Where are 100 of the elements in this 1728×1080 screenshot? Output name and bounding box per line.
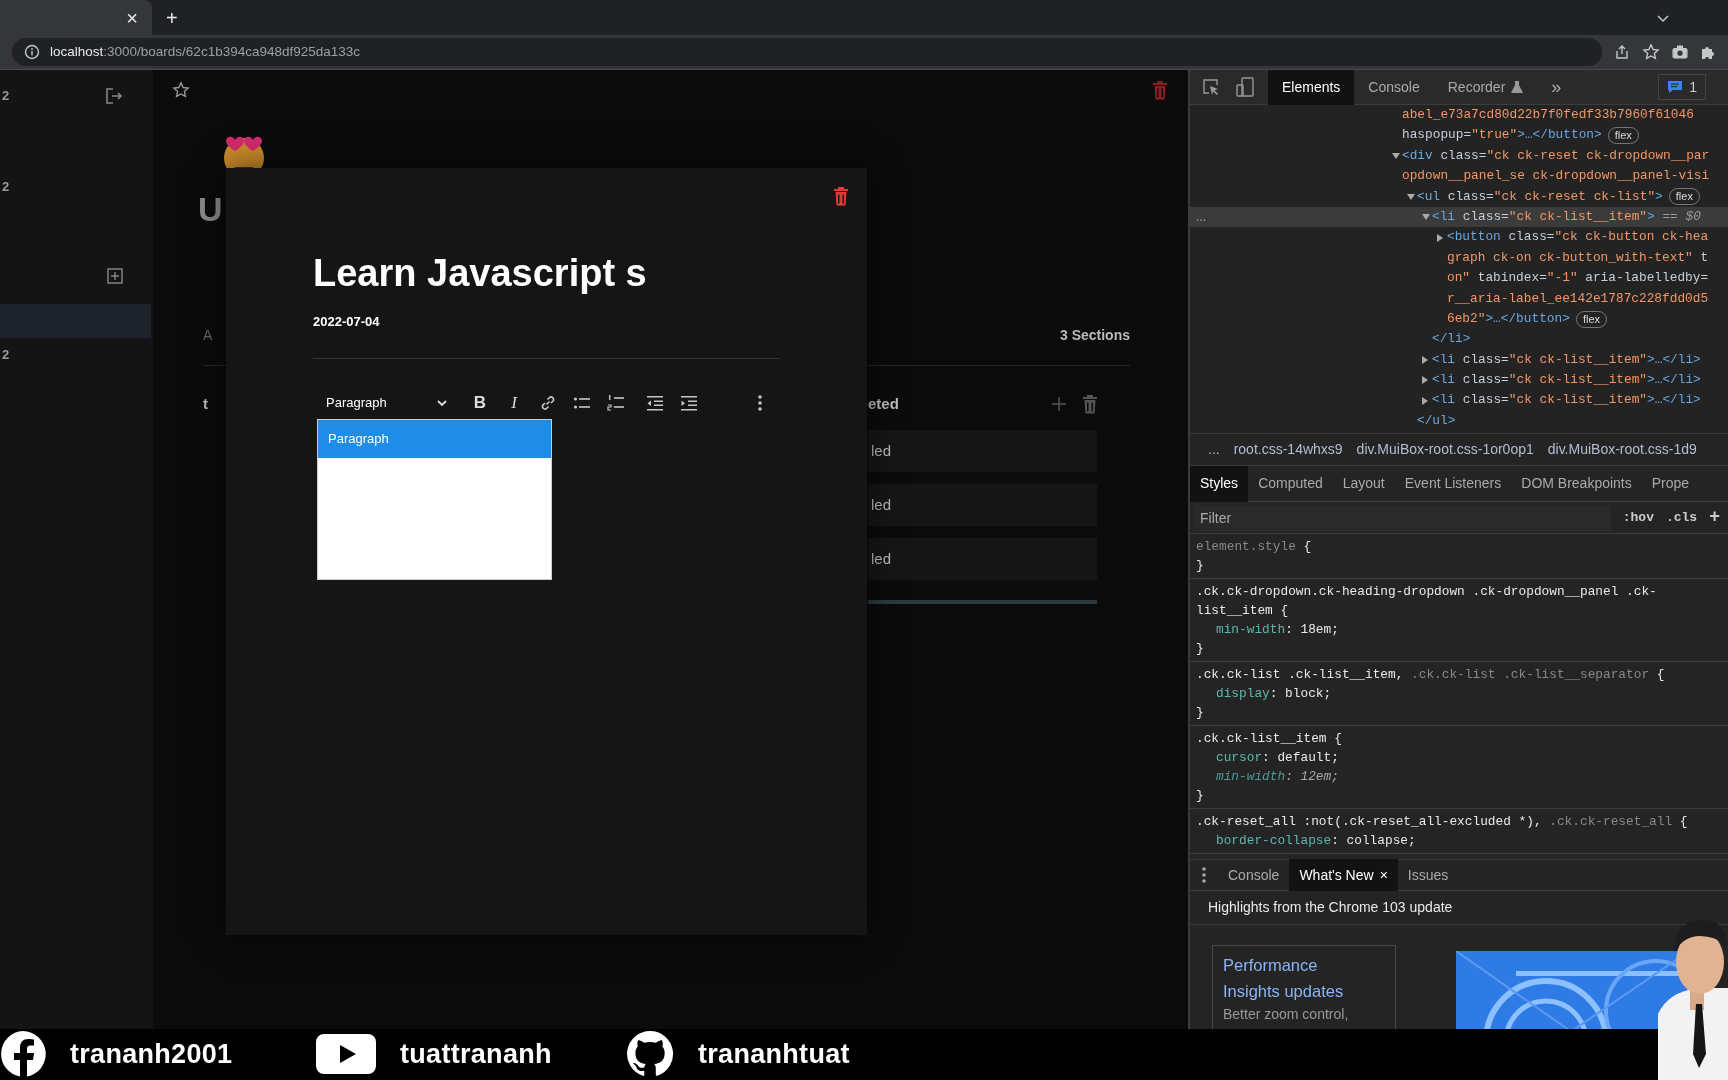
pane-tab[interactable]: Prope [1641, 465, 1700, 502]
numbered-list-icon[interactable] [607, 393, 625, 412]
user-label: 2 [2, 87, 10, 106]
task-date: 2022-07-04 [313, 313, 381, 331]
panel-tab[interactable]: Elements [1268, 69, 1355, 105]
code-line: <li class="ck ck-list__item">…</li> [1432, 350, 1701, 369]
expand-arrow-icon[interactable] [1437, 233, 1443, 242]
expand-arrow-icon[interactable] [1422, 355, 1428, 364]
section-label: 2 [2, 177, 10, 196]
italic-button[interactable]: I [499, 387, 529, 418]
sections-count: 3 Sections [1059, 325, 1130, 345]
info-icon[interactable] [24, 44, 40, 60]
breadcrumb[interactable]: root.css-14whxs9 [1233, 439, 1343, 460]
selected-marker: == $0 [1661, 207, 1701, 226]
star-icon[interactable] [172, 81, 190, 99]
delete-icon[interactable] [834, 186, 848, 206]
expand-arrow-icon[interactable] [1392, 152, 1400, 159]
task-card[interactable]: led [868, 430, 1097, 472]
expand-arrow-icon[interactable] [1407, 193, 1415, 200]
closing-brace: } [1196, 704, 1205, 722]
code-line: abel_e73a7cd80d22b7f0fedf33b7960f61046 [1402, 106, 1694, 124]
pane-tab[interactable]: Layout [1332, 465, 1395, 502]
task-card[interactable]: led [868, 484, 1097, 526]
new-tab-button[interactable]: + [160, 5, 184, 30]
code-line: opdown__panel_se ck-dropdown__panel-visi [1402, 167, 1710, 186]
inspect-icon[interactable] [1202, 78, 1220, 96]
share-icon[interactable] [1614, 44, 1630, 60]
closing-brace: } [1196, 787, 1205, 805]
feature-description: Better zoom control, [1223, 1005, 1350, 1024]
indent-icon[interactable] [680, 394, 698, 411]
heading-dropdown[interactable]: Paragraph [317, 387, 461, 418]
whats-new-heading: Highlights from the Chrome 103 update [1208, 898, 1453, 917]
expand-arrow-icon[interactable] [1422, 396, 1428, 405]
star-icon[interactable] [1642, 43, 1660, 61]
code-line: <li class="ck ck-list__item"> [1432, 207, 1655, 226]
address-bar[interactable]: localhost:3000/boards/62c1b394ca948df925da133c [12, 38, 1602, 66]
social-handle: tuattrananh [400, 1037, 552, 1071]
code-line: <button class="ck ck-button ck-hea [1447, 228, 1709, 247]
facebook-icon [0, 1031, 46, 1077]
camera-icon[interactable] [1672, 45, 1688, 59]
code-line: on" tabindex="-1" aria-labelledby= [1447, 269, 1709, 288]
feature-link[interactable]: Insights updates [1223, 978, 1385, 1004]
breadcrumb[interactable]: div.MuiBox-root.css-1d9 [1547, 439, 1697, 460]
expand-arrow-icon[interactable] [1422, 376, 1428, 385]
pane-tab[interactable]: Event Listeners [1394, 465, 1512, 502]
delete-icon[interactable] [1083, 394, 1097, 414]
puzzle-icon[interactable] [1700, 44, 1716, 60]
new-rule-button[interactable]: + [1709, 504, 1720, 531]
code-line: <li class="ck ck-list__item">…</li> [1432, 391, 1701, 410]
link-icon[interactable] [539, 393, 557, 412]
outdent-icon[interactable] [646, 394, 664, 411]
code-line: r__aria-label_ee142e1787c228fdd0d5 [1447, 289, 1709, 308]
youtube-icon [316, 1034, 376, 1074]
drawer-tab[interactable]: Issues [1397, 859, 1459, 891]
drawer-tab[interactable]: What's New × [1289, 859, 1398, 891]
pane-tab[interactable]: Computed [1248, 465, 1333, 502]
more-tabs-button[interactable]: » [1537, 69, 1576, 105]
pane-tab[interactable]: Styles [1190, 465, 1249, 502]
bulleted-list-icon[interactable] [573, 394, 591, 411]
message-icon [1667, 80, 1684, 94]
overflow-dots[interactable]: ... [1208, 439, 1220, 460]
add-board-icon[interactable] [107, 268, 123, 284]
bold-button[interactable]: B [465, 387, 495, 418]
panel-tab[interactable]: Recorder [1433, 69, 1538, 105]
css-declaration: min-width: 12em; [1215, 768, 1340, 786]
tab-close-button[interactable]: × [120, 5, 144, 30]
feature-link[interactable]: Performance [1223, 952, 1385, 978]
css-selector: .ck.ck-list__item { [1196, 730, 1343, 748]
task-card[interactable]: led [868, 538, 1097, 580]
menu-item[interactable]: Paragraph [318, 419, 551, 458]
more-icon[interactable] [758, 394, 762, 411]
column-title: eted [868, 393, 899, 414]
close-button[interactable]: × [1379, 864, 1388, 886]
row-menu-button[interactable]: ... [1196, 206, 1206, 227]
menu-icon[interactable] [1202, 867, 1206, 883]
css-selector: .ck.ck-list .ck-list__item, .ck.ck-list .ck-list__separator { [1196, 666, 1666, 684]
panel-tab[interactable]: Console [1354, 69, 1434, 105]
css-selector: .ck.ck-dropdown.ck-heading-dropdown .ck-dropdown__panel .ck-list__item { [1196, 583, 1658, 620]
social-handle: trananh2001 [70, 1037, 233, 1071]
browser-tab[interactable]: × [0, 0, 152, 35]
device-toolbar-icon[interactable] [1236, 77, 1254, 97]
code-line: graph ck-on ck-button_with-text" t [1447, 248, 1709, 267]
drawer-tab[interactable]: Console [1218, 859, 1290, 891]
column-title: t [203, 393, 208, 414]
expand-arrow-icon[interactable] [1422, 214, 1430, 221]
filter-field[interactable]: Filter [1194, 504, 1611, 531]
css-selector: element.style { [1196, 538, 1313, 556]
scrollbar[interactable] [868, 600, 1097, 604]
code-line: <li class="ck ck-list__item">…</li> [1432, 371, 1701, 390]
github-icon [626, 1030, 674, 1078]
hover-state-button[interactable]: :hov [1622, 507, 1654, 528]
board-title: U [198, 189, 220, 230]
class-button[interactable]: .cls [1665, 507, 1698, 528]
task-title: Learn Javascript s [313, 251, 648, 296]
messages-button[interactable]: 1 [1658, 74, 1706, 100]
url-text: localhost:3000/boards/62c1b394ca948df925da133c [50, 42, 361, 61]
logout-icon[interactable] [105, 87, 123, 105]
css-declaration: min-width: 18em; [1215, 621, 1340, 639]
pane-tab[interactable]: DOM Breakpoints [1511, 465, 1642, 502]
breadcrumb[interactable]: div.MuiBox-root.css-1or0op1 [1356, 439, 1534, 460]
